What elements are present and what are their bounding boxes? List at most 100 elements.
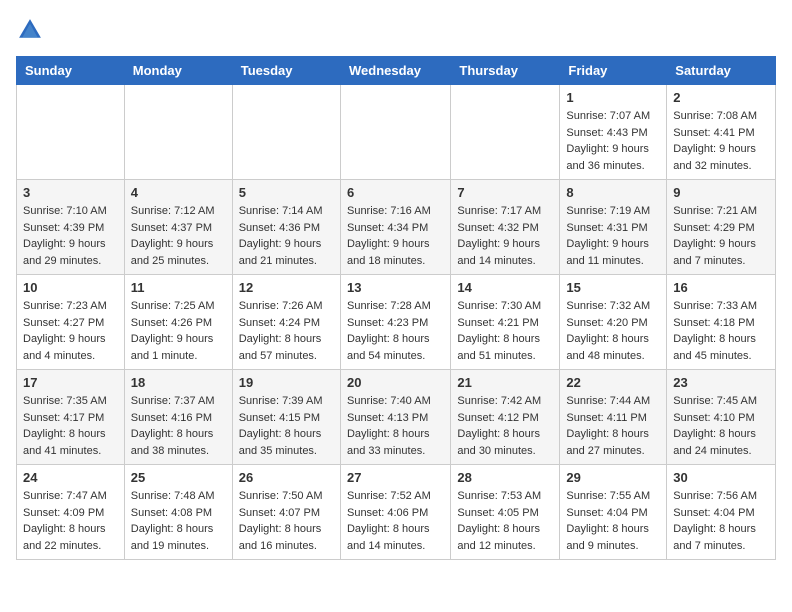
day-info: Sunrise: 7:53 AM Sunset: 4:05 PM Dayligh… [457, 488, 553, 554]
calendar-cell [232, 85, 340, 180]
weekday-header-friday: Friday [560, 57, 667, 85]
day-number: 22 [566, 375, 660, 390]
weekday-header-wednesday: Wednesday [340, 57, 450, 85]
day-number: 10 [23, 280, 118, 295]
day-info: Sunrise: 7:39 AM Sunset: 4:15 PM Dayligh… [239, 393, 334, 459]
weekday-header-thursday: Thursday [451, 57, 560, 85]
calendar-cell: 13 Sunrise: 7:28 AM Sunset: 4:23 PM Dayli… [340, 275, 450, 370]
calendar-cell: 18 Sunrise: 7:37 AM Sunset: 4:16 PM Dayli… [124, 370, 232, 465]
calendar-cell: 27 Sunrise: 7:52 AM Sunset: 4:06 PM Dayli… [340, 465, 450, 560]
day-info: Sunrise: 7:28 AM Sunset: 4:23 PM Dayligh… [347, 298, 444, 364]
calendar-cell: 5Sunrise: 7:14 AM Sunset: 4:36 PM Daylig… [232, 180, 340, 275]
day-info: Sunrise: 7:10 AM Sunset: 4:39 PM Dayligh… [23, 203, 118, 269]
day-number: 27 [347, 470, 444, 485]
day-number: 9 [673, 185, 769, 200]
day-number: 30 [673, 470, 769, 485]
day-info: Sunrise: 7:47 AM Sunset: 4:09 PM Dayligh… [23, 488, 118, 554]
calendar-cell: 29 Sunrise: 7:55 AM Sunset: 4:04 PM Dayli… [560, 465, 667, 560]
day-info: Sunrise: 7:37 AM Sunset: 4:16 PM Dayligh… [131, 393, 226, 459]
calendar-cell: 25 Sunrise: 7:48 AM Sunset: 4:08 PM Dayli… [124, 465, 232, 560]
day-info: Sunrise: 7:25 AM Sunset: 4:26 PM Dayligh… [131, 298, 226, 364]
calendar-cell: 19 Sunrise: 7:39 AM Sunset: 4:15 PM Dayli… [232, 370, 340, 465]
calendar-header-row: SundayMondayTuesdayWednesdayThursdayFrid… [17, 57, 776, 85]
calendar-row-2: 10Sunrise: 7:23 AM Sunset: 4:27 PM Dayli… [17, 275, 776, 370]
calendar-row-4: 24Sunrise: 7:47 AM Sunset: 4:09 PM Dayli… [17, 465, 776, 560]
day-number: 13 [347, 280, 444, 295]
day-info: Sunrise: 7:42 AM Sunset: 4:12 PM Dayligh… [457, 393, 553, 459]
day-number: 12 [239, 280, 334, 295]
day-number: 8 [566, 185, 660, 200]
day-number: 11 [131, 280, 226, 295]
calendar-cell: 21 Sunrise: 7:42 AM Sunset: 4:12 PM Dayli… [451, 370, 560, 465]
day-info: Sunrise: 7:07 AM Sunset: 4:43 PM Dayligh… [566, 108, 660, 174]
day-number: 7 [457, 185, 553, 200]
calendar-cell [17, 85, 125, 180]
day-number: 14 [457, 280, 553, 295]
calendar-cell: 1 Sunrise: 7:07 AM Sunset: 4:43 PM Daylig… [560, 85, 667, 180]
day-number: 4 [131, 185, 226, 200]
day-number: 1 [566, 90, 660, 105]
day-number: 26 [239, 470, 334, 485]
day-number: 21 [457, 375, 553, 390]
day-info: Sunrise: 7:33 AM Sunset: 4:18 PM Dayligh… [673, 298, 769, 364]
header [16, 16, 776, 44]
day-info: Sunrise: 7:17 AM Sunset: 4:32 PM Dayligh… [457, 203, 553, 269]
day-info: Sunrise: 7:45 AM Sunset: 4:10 PM Dayligh… [673, 393, 769, 459]
day-info: Sunrise: 7:48 AM Sunset: 4:08 PM Dayligh… [131, 488, 226, 554]
day-info: Sunrise: 7:12 AM Sunset: 4:37 PM Dayligh… [131, 203, 226, 269]
weekday-header-monday: Monday [124, 57, 232, 85]
day-info: Sunrise: 7:35 AM Sunset: 4:17 PM Dayligh… [23, 393, 118, 459]
calendar-cell: 30 Sunrise: 7:56 AM Sunset: 4:04 PM Dayli… [667, 465, 776, 560]
calendar-cell: 12 Sunrise: 7:26 AM Sunset: 4:24 PM Dayli… [232, 275, 340, 370]
calendar-cell: 3 Sunrise: 7:10 AM Sunset: 4:39 PM Daylig… [17, 180, 125, 275]
calendar-cell: 22Sunrise: 7:44 AM Sunset: 4:11 PM Dayli… [560, 370, 667, 465]
day-info: Sunrise: 7:32 AM Sunset: 4:20 PM Dayligh… [566, 298, 660, 364]
calendar-table: SundayMondayTuesdayWednesdayThursdayFrid… [16, 56, 776, 560]
day-number: 28 [457, 470, 553, 485]
logo-icon [16, 16, 44, 44]
calendar-cell: 9 Sunrise: 7:21 AM Sunset: 4:29 PM Daylig… [667, 180, 776, 275]
day-info: Sunrise: 7:55 AM Sunset: 4:04 PM Dayligh… [566, 488, 660, 554]
calendar-cell: 16 Sunrise: 7:33 AM Sunset: 4:18 PM Dayli… [667, 275, 776, 370]
calendar-cell: 24Sunrise: 7:47 AM Sunset: 4:09 PM Dayli… [17, 465, 125, 560]
day-info: Sunrise: 7:08 AM Sunset: 4:41 PM Dayligh… [673, 108, 769, 174]
day-info: Sunrise: 7:26 AM Sunset: 4:24 PM Dayligh… [239, 298, 334, 364]
calendar-cell: 6 Sunrise: 7:16 AM Sunset: 4:34 PM Daylig… [340, 180, 450, 275]
day-number: 2 [673, 90, 769, 105]
calendar-row-0: 1 Sunrise: 7:07 AM Sunset: 4:43 PM Daylig… [17, 85, 776, 180]
calendar-cell: 10Sunrise: 7:23 AM Sunset: 4:27 PM Dayli… [17, 275, 125, 370]
weekday-header-saturday: Saturday [667, 57, 776, 85]
calendar-cell: 17Sunrise: 7:35 AM Sunset: 4:17 PM Dayli… [17, 370, 125, 465]
calendar-cell: 7 Sunrise: 7:17 AM Sunset: 4:32 PM Daylig… [451, 180, 560, 275]
calendar-cell: 4 Sunrise: 7:12 AM Sunset: 4:37 PM Daylig… [124, 180, 232, 275]
day-number: 18 [131, 375, 226, 390]
day-number: 6 [347, 185, 444, 200]
weekday-header-tuesday: Tuesday [232, 57, 340, 85]
calendar-cell: 8Sunrise: 7:19 AM Sunset: 4:31 PM Daylig… [560, 180, 667, 275]
calendar-row-1: 3 Sunrise: 7:10 AM Sunset: 4:39 PM Daylig… [17, 180, 776, 275]
calendar-cell [124, 85, 232, 180]
day-info: Sunrise: 7:50 AM Sunset: 4:07 PM Dayligh… [239, 488, 334, 554]
day-info: Sunrise: 7:56 AM Sunset: 4:04 PM Dayligh… [673, 488, 769, 554]
day-number: 16 [673, 280, 769, 295]
calendar-cell: 23Sunrise: 7:45 AM Sunset: 4:10 PM Dayli… [667, 370, 776, 465]
day-number: 15 [566, 280, 660, 295]
calendar-row-3: 17Sunrise: 7:35 AM Sunset: 4:17 PM Dayli… [17, 370, 776, 465]
day-number: 3 [23, 185, 118, 200]
calendar-cell: 20Sunrise: 7:40 AM Sunset: 4:13 PM Dayli… [340, 370, 450, 465]
weekday-header-sunday: Sunday [17, 57, 125, 85]
day-info: Sunrise: 7:21 AM Sunset: 4:29 PM Dayligh… [673, 203, 769, 269]
day-number: 29 [566, 470, 660, 485]
day-number: 25 [131, 470, 226, 485]
calendar-cell: 11 Sunrise: 7:25 AM Sunset: 4:26 PM Dayli… [124, 275, 232, 370]
calendar-cell [451, 85, 560, 180]
page: SundayMondayTuesdayWednesdayThursdayFrid… [0, 0, 792, 576]
day-info: Sunrise: 7:16 AM Sunset: 4:34 PM Dayligh… [347, 203, 444, 269]
day-info: Sunrise: 7:14 AM Sunset: 4:36 PM Dayligh… [239, 203, 334, 269]
calendar-cell: 14 Sunrise: 7:30 AM Sunset: 4:21 PM Dayli… [451, 275, 560, 370]
day-number: 20 [347, 375, 444, 390]
day-info: Sunrise: 7:52 AM Sunset: 4:06 PM Dayligh… [347, 488, 444, 554]
day-info: Sunrise: 7:30 AM Sunset: 4:21 PM Dayligh… [457, 298, 553, 364]
day-number: 19 [239, 375, 334, 390]
calendar-cell: 15 Sunrise: 7:32 AM Sunset: 4:20 PM Dayli… [560, 275, 667, 370]
